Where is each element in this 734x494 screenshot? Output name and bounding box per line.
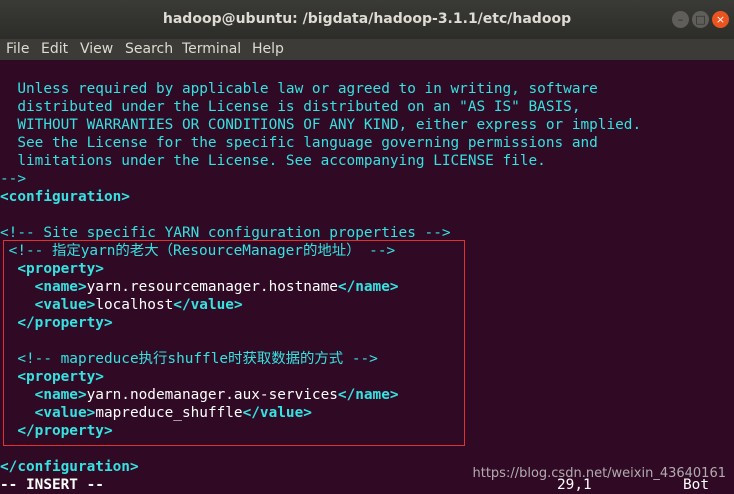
scroll-position: Bot — [683, 477, 709, 493]
highlight-box — [3, 240, 465, 446]
menu-help[interactable]: Help — [252, 41, 284, 57]
minimize-button[interactable]: – — [672, 11, 689, 28]
editor-line: --> — [0, 171, 26, 187]
vim-status-line: -- INSERT -- 29,1 Bot — [0, 476, 734, 494]
close-button[interactable]: × — [712, 11, 729, 28]
menu-search[interactable]: Search — [125, 41, 173, 57]
editor-line: </configuration> — [0, 459, 139, 475]
menu-terminal[interactable]: Terminal — [182, 41, 241, 57]
menu-bar: File Edit View Search Terminal Help — [0, 39, 734, 60]
editor-line: distributed under the License is distrib… — [0, 99, 581, 115]
editor-line: WITHOUT WARRANTIES OR CONDITIONS OF ANY … — [0, 117, 642, 133]
cursor-position: 29,1 — [557, 477, 592, 493]
editor-line: limitations under the License. See accom… — [0, 153, 546, 169]
menu-edit[interactable]: Edit — [41, 41, 68, 57]
vim-mode: -- INSERT -- — [0, 477, 104, 493]
editor-line: <configuration> — [0, 189, 130, 205]
menu-view[interactable]: View — [80, 41, 113, 57]
maximize-button[interactable]: □ — [692, 11, 709, 28]
window-title: hadoop@ubuntu: /bigdata/hadoop-3.1.1/etc… — [162, 11, 572, 27]
terminal-content[interactable]: Unless required by applicable law or agr… — [0, 60, 734, 494]
menu-file[interactable]: File — [6, 41, 29, 57]
window-titlebar[interactable]: hadoop@ubuntu: /bigdata/hadoop-3.1.1/etc… — [0, 0, 734, 39]
editor-line: See the License for the specific languag… — [0, 135, 598, 151]
editor-line: Unless required by applicable law or agr… — [0, 81, 598, 97]
